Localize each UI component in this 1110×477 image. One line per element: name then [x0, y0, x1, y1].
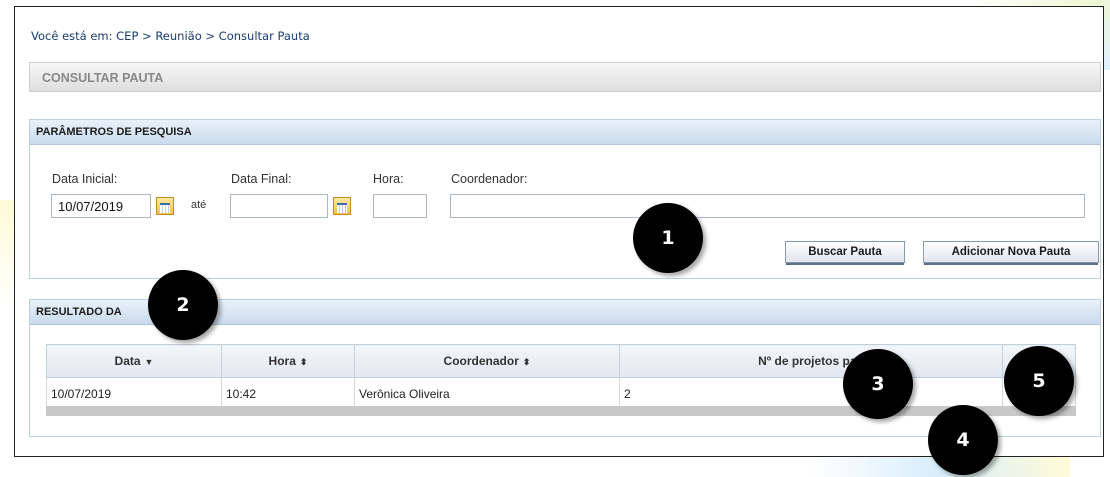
results-table: Data ▼ Hora ⬍ Coordenador ⬍ Nº de projetos …: [46, 344, 1076, 411]
search-panel-title: PARÂMETROS DE PESQUISA: [36, 126, 192, 138]
coordinator-label: Coordenador:: [451, 172, 528, 186]
search-panel-header: PARÂMETROS DE PESQUISA: [30, 120, 1100, 145]
callout-4: 4: [928, 405, 998, 475]
table-footer-bar: [46, 406, 1076, 416]
page-title-bar: CONSULTAR PAUTA: [29, 62, 1101, 92]
breadcrumb: Você está em: CEP > Reunião > Consultar …: [31, 29, 310, 43]
end-date-input[interactable]: [230, 194, 328, 218]
callout-3: 3: [843, 349, 913, 419]
breadcrumb-prefix: Você está em:: [31, 29, 113, 43]
screenshot-frame: Você está em: CEP > Reunião > Consultar …: [14, 6, 1104, 457]
page-title: CONSULTAR PAUTA: [42, 71, 164, 85]
start-date-label: Data Inicial:: [52, 172, 118, 186]
callout-5: 5: [1004, 346, 1074, 416]
start-date-input[interactable]: [51, 194, 151, 218]
sort-icon: ⬍: [299, 357, 308, 367]
column-header-data[interactable]: Data ▼: [46, 344, 222, 378]
search-button[interactable]: Buscar Pauta: [785, 241, 905, 265]
column-header-coordenador[interactable]: Coordenador ⬍: [354, 344, 620, 378]
add-new-button[interactable]: Adicionar Nova Pauta: [923, 241, 1099, 265]
sort-icon: ⬍: [522, 357, 531, 367]
until-label: até: [191, 199, 207, 211]
calendar-icon[interactable]: [156, 197, 174, 215]
column-header-projetos[interactable]: Nº de projetos pau: [619, 344, 1003, 378]
search-parameters-panel: PARÂMETROS DE PESQUISA Data Inicial: até…: [29, 119, 1101, 279]
hour-input[interactable]: [373, 194, 427, 218]
callout-1: 1: [633, 203, 703, 273]
sort-desc-icon: ▼: [144, 357, 154, 367]
hour-label: Hora:: [373, 172, 404, 186]
table-header-row: Data ▼ Hora ⬍ Coordenador ⬍ Nº de projetos …: [46, 344, 1076, 378]
results-panel-title: RESULTADO DA: [36, 306, 122, 318]
end-date-label: Data Final:: [231, 172, 292, 186]
coordinator-input[interactable]: [450, 194, 1085, 218]
breadcrumb-trail[interactable]: CEP > Reunião > Consultar Pauta: [116, 29, 310, 43]
column-header-hora[interactable]: Hora ⬍: [221, 344, 355, 378]
calendar-icon[interactable]: [333, 197, 351, 215]
callout-2: 2: [148, 270, 218, 340]
